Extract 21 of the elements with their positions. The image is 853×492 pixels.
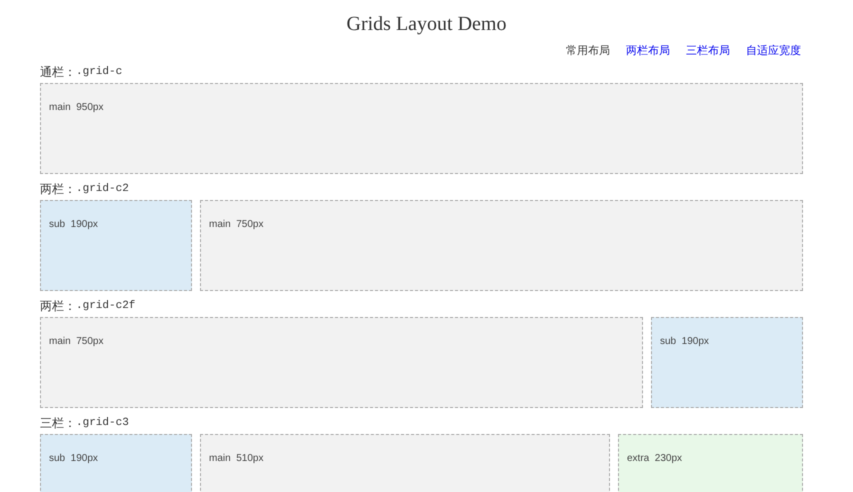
- class-name: .grid-c3: [76, 416, 129, 431]
- nav-link[interactable]: 常用布局: [566, 44, 610, 58]
- nav-link[interactable]: 自适应宽度: [746, 44, 801, 58]
- class-name: .grid-c2: [76, 182, 129, 197]
- nav-link[interactable]: 三栏布局: [686, 44, 730, 58]
- block-label: sub 190px: [49, 219, 98, 230]
- block-label: extra 230px: [627, 453, 682, 464]
- section-label: 通栏：: [40, 64, 76, 80]
- block-label: main 750px: [49, 336, 104, 347]
- block-label: sub 190px: [660, 336, 709, 347]
- page-title: Grids Layout Demo: [346, 12, 506, 36]
- section-label: 两栏：: [40, 181, 76, 197]
- class-name: .grid-c: [76, 65, 122, 80]
- block-label: sub 190px: [49, 453, 98, 464]
- class-name: .grid-c2f: [76, 299, 136, 314]
- block-label: main 510px: [209, 453, 264, 464]
- block-label: main 950px: [49, 102, 104, 113]
- section-label: 两栏：: [40, 298, 76, 314]
- section-label: 三栏：: [40, 415, 76, 431]
- nav-link[interactable]: 两栏布局: [626, 44, 670, 58]
- block-label: main 750px: [209, 219, 264, 230]
